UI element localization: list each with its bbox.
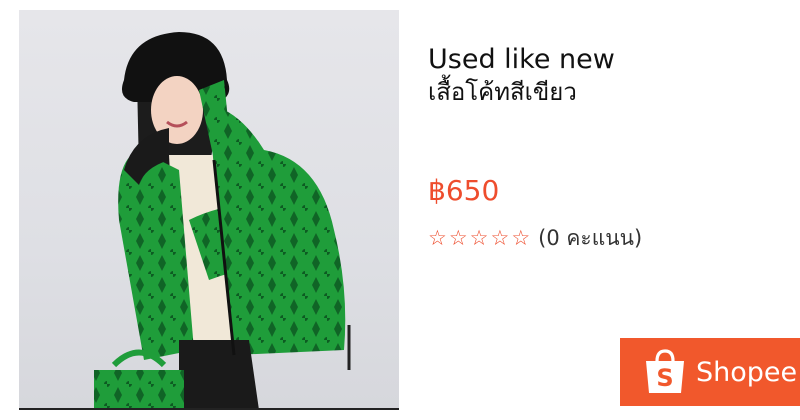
product-image[interactable]	[19, 10, 399, 410]
shopee-bag-icon: S	[646, 349, 684, 393]
star-icon: ☆	[490, 226, 510, 250]
product-photo	[94, 32, 351, 410]
rating-count: (0 คะแนน)	[538, 226, 643, 250]
product-info: Used like new เสื้อโค้ทสีเขียว	[428, 44, 788, 108]
product-title[interactable]: เสื้อโค้ทสีเขียว	[428, 76, 788, 108]
product-rating[interactable]: ☆ ☆ ☆ ☆ ☆ (0 คะแนน)	[428, 226, 642, 250]
star-icon: ☆	[469, 226, 489, 250]
star-icon: ☆	[511, 226, 531, 250]
shopee-logo[interactable]: S Shopee	[620, 338, 800, 406]
product-price: ฿650	[428, 174, 500, 207]
shopee-wordmark: Shopee	[696, 356, 798, 388]
star-icon: ☆	[428, 226, 447, 250]
rating-stars: ☆ ☆ ☆ ☆ ☆	[428, 226, 530, 250]
product-condition: Used like new	[428, 44, 615, 75]
shopee-bag-letter: S	[656, 364, 673, 392]
star-icon: ☆	[448, 226, 468, 250]
